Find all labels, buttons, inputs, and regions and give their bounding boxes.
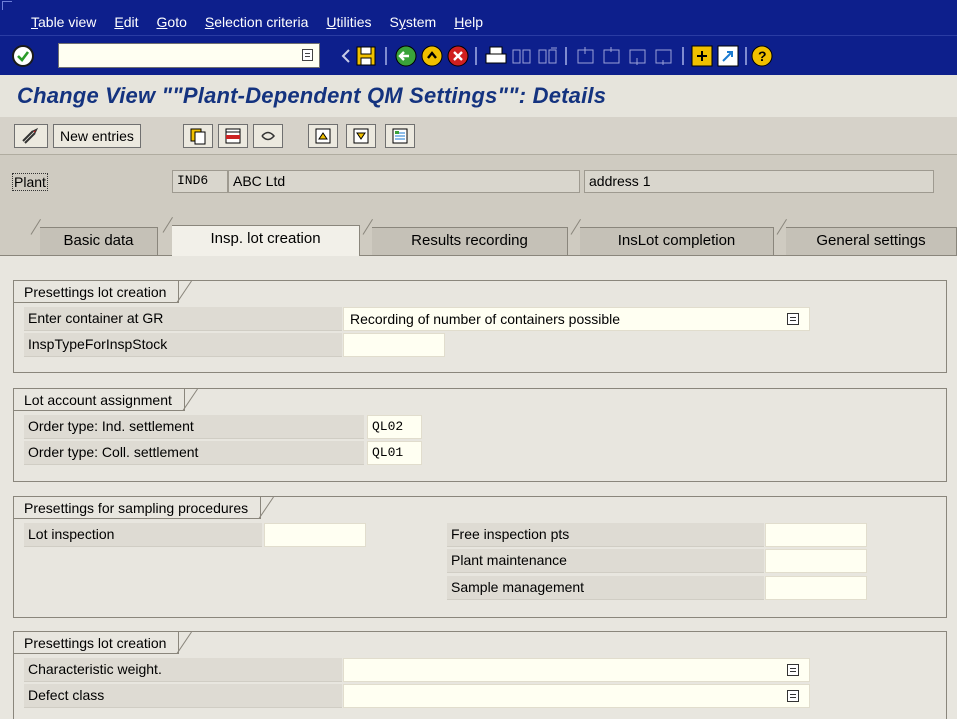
plant-name-field: ABC Ltd [228, 170, 580, 193]
find-icon[interactable] [510, 44, 534, 68]
tab-label: Results recording [411, 232, 528, 249]
delete-icon[interactable] [218, 124, 248, 148]
last-page-icon[interactable] [652, 44, 676, 68]
system-toolbar: ? [0, 35, 957, 75]
group-title: Presettings lot creation [14, 281, 180, 303]
plant-maintenance-label: Plant maintenance [447, 549, 764, 573]
undo-icon[interactable] [253, 124, 283, 148]
previous-page-icon[interactable] [600, 44, 624, 68]
char-weight-field[interactable] [343, 658, 810, 682]
lot-inspection-field[interactable] [264, 523, 366, 547]
menu-utilities[interactable]: Utilities [326, 14, 371, 30]
enter-container-value: Recording of number of containers possib… [350, 311, 621, 327]
page-title: Change View ""Plant-Dependent QM Setting… [17, 83, 607, 108]
tab-general-settings[interactable]: General settings [786, 227, 957, 255]
group-title: Presettings for sampling procedures [14, 497, 262, 519]
group-presettings-lot-creation-2: Presettings lot creation Characteristic … [13, 631, 947, 719]
char-weight-label: Characteristic weight. [24, 658, 342, 682]
svg-text:?: ? [758, 48, 767, 64]
dropdown-icon[interactable] [787, 313, 799, 325]
enter-container-label: Enter container at GR [24, 307, 342, 331]
command-field[interactable] [58, 43, 320, 68]
cancel-icon[interactable] [446, 44, 470, 68]
defect-class-label: Defect class [24, 684, 342, 708]
dropdown-icon[interactable] [787, 690, 799, 702]
command-history-icon[interactable] [302, 49, 313, 61]
free-inspection-label: Free inspection pts [447, 523, 764, 547]
group-sampling-procedures: Presettings for sampling procedures Lot … [13, 496, 947, 618]
tab-label: General settings [816, 232, 926, 249]
window-menu-icon[interactable] [2, 1, 12, 10]
group-presettings-lot-creation: Presettings lot creation Enter container… [13, 280, 947, 373]
plant-code-field: IND6 [172, 170, 228, 193]
copy-icon[interactable] [183, 124, 213, 148]
shortcut-icon[interactable] [716, 44, 740, 68]
find-next-icon[interactable] [536, 44, 560, 68]
ind-settlement-field[interactable]: QL02 [367, 415, 422, 439]
tab-insp-lot-creation[interactable]: Insp. lot creation [172, 225, 360, 256]
enter-icon[interactable] [12, 45, 34, 67]
previous-entry-icon[interactable] [308, 124, 338, 148]
group-title: Lot account assignment [14, 389, 185, 411]
sample-management-label: Sample management [447, 576, 764, 600]
coll-settlement-field[interactable]: QL01 [367, 441, 422, 465]
tab-inslot-completion[interactable]: InsLot completion [580, 227, 774, 255]
plant-maintenance-field[interactable] [765, 549, 867, 573]
ind-settlement-label: Order type: Ind. settlement [24, 415, 364, 439]
print-icon[interactable] [484, 44, 508, 68]
menu-edit[interactable]: Edit [114, 14, 138, 30]
free-inspection-field[interactable] [765, 523, 867, 547]
display-change-icon[interactable] [14, 124, 48, 148]
application-toolbar: New entries [0, 117, 957, 155]
tab-label: Insp. lot creation [210, 230, 321, 247]
tab-label: Basic data [63, 232, 134, 249]
dropdown-icon[interactable] [787, 664, 799, 676]
insp-type-label: InspTypeForInspStock [24, 333, 342, 357]
new-entries-button[interactable]: New entries [53, 124, 141, 148]
help-icon[interactable]: ? [750, 44, 774, 68]
tab-basic-data[interactable]: Basic data [40, 227, 158, 255]
insp-type-field[interactable] [343, 333, 445, 357]
next-entry-icon[interactable] [346, 124, 376, 148]
coll-settlement-label: Order type: Coll. settlement [24, 441, 364, 465]
menu-goto[interactable]: Goto [157, 14, 187, 30]
tab-strip: Basic data Insp. lot creation Results re… [0, 225, 957, 256]
enter-container-field[interactable]: Recording of number of containers possib… [343, 307, 810, 331]
tab-results-recording[interactable]: Results recording [372, 227, 568, 255]
lot-inspection-label: Lot inspection [24, 523, 262, 547]
plant-address-field: address 1 [584, 170, 934, 193]
variable-list-icon[interactable] [385, 124, 415, 148]
new-entries-label: New entries [60, 128, 134, 144]
exit-icon[interactable] [420, 44, 444, 68]
menu-table-view[interactable]: Table view [31, 14, 96, 30]
menu-bar: Table view Edit Goto Selection criteria … [0, 0, 957, 35]
back-icon[interactable] [394, 44, 418, 68]
menu-help[interactable]: Help [454, 14, 483, 30]
menu-system[interactable]: System [390, 14, 437, 30]
title-bar: Change View ""Plant-Dependent QM Setting… [0, 75, 957, 117]
group-lot-account-assignment: Lot account assignment Order type: Ind. … [13, 388, 947, 482]
tab-label: InsLot completion [617, 232, 736, 249]
save-icon[interactable] [354, 44, 378, 68]
defect-class-field[interactable] [343, 684, 810, 708]
sample-management-field[interactable] [765, 576, 867, 600]
group-title: Presettings lot creation [14, 632, 180, 654]
next-page-icon[interactable] [626, 44, 650, 68]
create-session-icon[interactable] [690, 44, 714, 68]
tab-content: Presettings lot creation Enter container… [0, 255, 957, 719]
menu-selection-criteria[interactable]: Selection criteria [205, 14, 309, 30]
plant-label: Plant [12, 173, 48, 191]
first-page-icon[interactable] [574, 44, 598, 68]
